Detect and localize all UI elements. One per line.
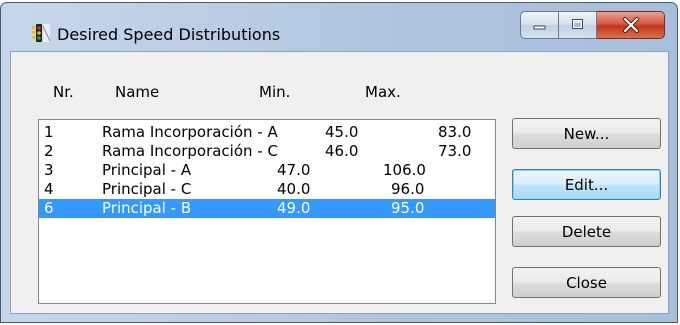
dialog-body: Nr. Name Min. Max. 1 Rama Incorporación … <box>10 51 669 314</box>
list-item[interactable]: 1 Rama Incorporación - A 45.0 83.0 <box>39 123 495 142</box>
row-nr: 1 <box>44 123 54 141</box>
close-icon <box>622 17 639 33</box>
row-name: Principal - B <box>102 199 192 217</box>
row-name: Rama Incorporación - A <box>102 123 278 141</box>
list-item[interactable]: 4 Principal - C 40.0 96.0 <box>39 180 495 199</box>
row-min: 49.0 <box>277 199 311 217</box>
list-item[interactable]: 2 Rama Incorporación - C 46.0 73.0 <box>39 142 495 161</box>
row-name: Principal - C <box>102 180 192 198</box>
close-button[interactable]: Close <box>512 267 661 298</box>
dialog-window: Desired Speed Distributions Nr. Name Min… <box>0 2 678 323</box>
list-item[interactable]: 3 Principal - A 47.0 106.0 <box>39 161 495 180</box>
maximize-button[interactable] <box>559 11 597 39</box>
row-min: 47.0 <box>277 161 311 179</box>
column-header-min: Min. <box>259 83 291 101</box>
row-nr: 4 <box>44 180 54 198</box>
row-nr: 3 <box>44 161 54 179</box>
row-name: Rama Incorporación - C <box>102 142 278 160</box>
row-nr: 2 <box>44 142 54 160</box>
distribution-list[interactable]: 1 Rama Incorporación - A 45.0 83.0 2 Ram… <box>38 119 496 304</box>
column-header-max: Max. <box>365 83 401 101</box>
title-bar[interactable]: Desired Speed Distributions <box>1 3 677 53</box>
close-window-button[interactable] <box>597 11 665 39</box>
new-button[interactable]: New... <box>512 118 661 149</box>
caption-buttons <box>520 11 665 39</box>
row-max: 106.0 <box>383 161 426 179</box>
column-header-name: Name <box>115 83 160 101</box>
row-min: 46.0 <box>325 142 359 160</box>
minimize-button[interactable] <box>520 11 559 39</box>
row-max: 95.0 <box>391 199 425 217</box>
row-max: 73.0 <box>438 142 472 160</box>
maximize-icon <box>571 19 583 29</box>
row-min: 45.0 <box>325 123 359 141</box>
minimize-icon <box>533 25 545 30</box>
row-min: 40.0 <box>277 180 311 198</box>
edit-button[interactable]: Edit... <box>512 169 661 200</box>
row-nr: 6 <box>44 199 54 217</box>
window-title: Desired Speed Distributions <box>57 25 281 44</box>
row-name: Principal - A <box>102 161 192 179</box>
row-max: 83.0 <box>438 123 472 141</box>
list-item-selected[interactable]: 6 Principal - B 49.0 95.0 <box>39 199 495 218</box>
row-max: 96.0 <box>391 180 425 198</box>
column-header-nr: Nr. <box>53 83 74 101</box>
traffic-light-icon <box>32 24 51 42</box>
delete-button[interactable]: Delete <box>512 216 661 247</box>
